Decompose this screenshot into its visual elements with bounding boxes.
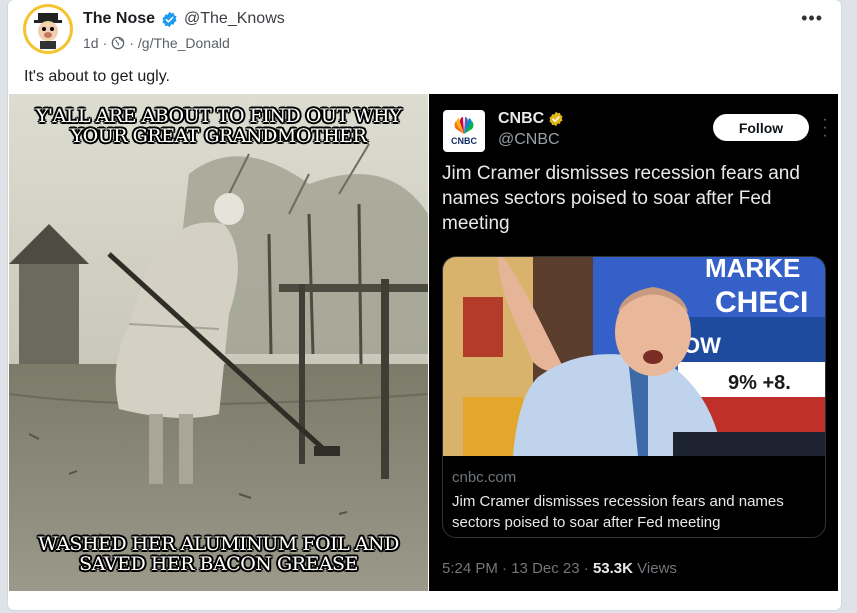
post-text: It's about to get ugly.	[24, 68, 170, 85]
link-domain[interactable]: cnbc.com	[452, 469, 516, 486]
link-title[interactable]: Jim Cramer dismisses recession fears and…	[452, 491, 820, 533]
meme-bottom-caption: WASHED HER ALUMINUM FOIL AND SAVED HER B…	[38, 533, 399, 575]
cartoon-face-icon	[34, 13, 62, 49]
post-header: The Nose @The_Knows	[83, 10, 285, 28]
gold-verified-icon	[549, 111, 563, 127]
author-avatar[interactable]	[23, 4, 73, 54]
meme-image[interactable]: Y'ALL ARE ABOUT TO FIND OUT WHY YOUR GRE…	[9, 94, 428, 591]
cramer-photo: MARKE CHECI OW 9% +8.	[443, 257, 825, 456]
more-options-icon[interactable]: •••	[801, 8, 823, 29]
avatar-image	[26, 7, 70, 51]
globe-icon	[111, 36, 125, 50]
tweet-more-icon[interactable]: · · ·	[820, 112, 830, 144]
embedded-tweet[interactable]: CNBC CNBC @CNBC Follow · · · Jim Cramer di…	[429, 94, 838, 591]
ticker-values: 9% +8.	[728, 372, 791, 394]
footer-dot: ·	[502, 560, 508, 577]
meme-top-caption: Y'ALL ARE ABOUT TO FIND OUT WHY YOUR GRE…	[35, 105, 402, 147]
meta-separator: ·	[102, 35, 108, 51]
logo-text: CNBC	[451, 135, 477, 146]
post-meta: 1d · · /g/The_Donald	[83, 35, 230, 51]
tweet-time[interactable]: 5:24 PM	[442, 560, 498, 577]
tweet-author-name[interactable]: CNBC	[498, 110, 544, 128]
views-label: Views	[637, 560, 677, 577]
author-handle[interactable]: @The_Knows	[184, 10, 285, 28]
footer-dot: ·	[583, 560, 589, 577]
tweet-handle[interactable]: @CNBC	[498, 131, 560, 149]
author-name[interactable]: The Nose	[83, 10, 155, 28]
link-preview-card[interactable]: MARKE CHECI OW 9% +8. cnbc.com Jim Crame…	[442, 256, 826, 538]
meta-separator: ·	[129, 35, 134, 51]
tweet-footer: 5:24 PM · 13 Dec 23 · 53.3K Views	[442, 560, 677, 577]
link-preview-image: MARKE CHECI OW 9% +8.	[443, 257, 825, 456]
tweet-text: Jim Cramer dismisses recession fears and…	[442, 163, 800, 234]
cnbc-logo[interactable]: CNBC	[443, 110, 485, 152]
screen-text-1: MARKE	[705, 257, 800, 283]
peacock-icon	[454, 116, 474, 134]
screen-text-2: CHECI	[715, 286, 808, 319]
views-count: 53.3K	[592, 560, 633, 577]
post-card: The Nose @The_Knows 1d · · /g/The_Donald…	[8, 0, 841, 610]
tweet-author: CNBC	[498, 110, 564, 128]
post-age[interactable]: 1d	[83, 35, 99, 51]
follow-button[interactable]: Follow	[713, 114, 809, 141]
meme-photo	[9, 94, 428, 591]
verified-badge-icon	[162, 11, 177, 27]
group-link[interactable]: /g/The_Donald	[138, 35, 230, 51]
tweet-date[interactable]: 13 Dec 23	[511, 560, 579, 577]
